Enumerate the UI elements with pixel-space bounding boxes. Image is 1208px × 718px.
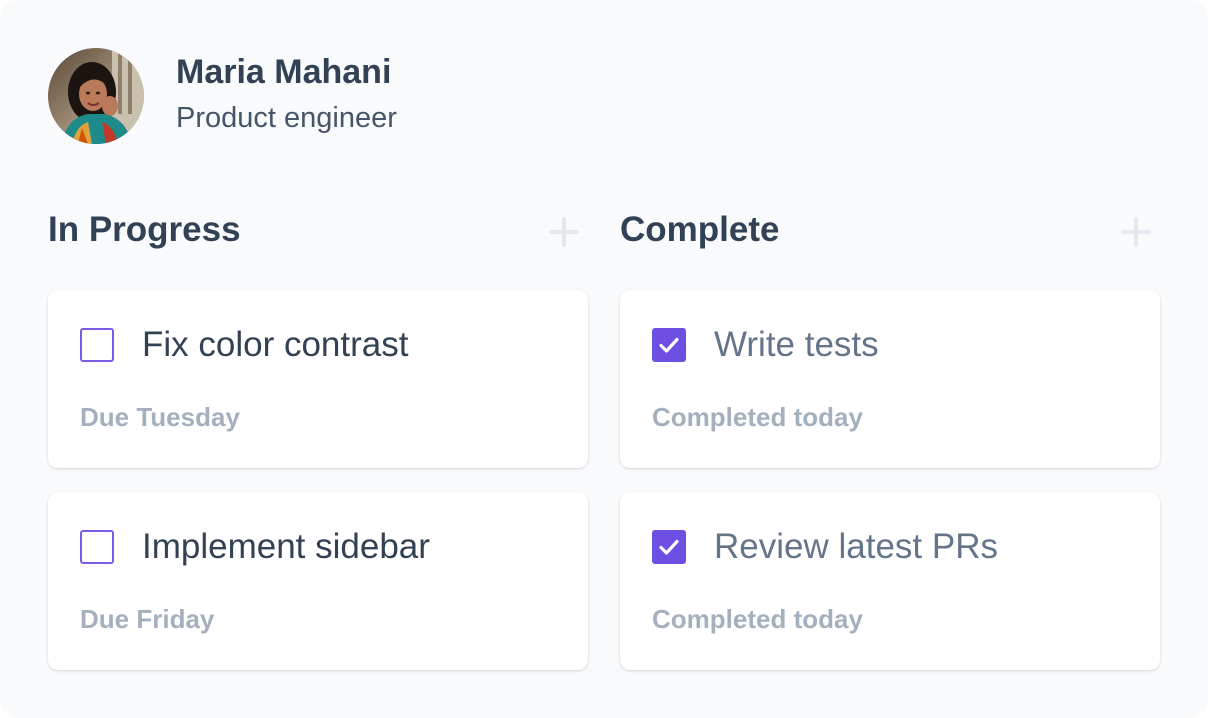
column-in-progress: In Progress Fix color contrast Due Tuesd… [48, 200, 588, 670]
task-title: Write tests [714, 325, 879, 364]
task-completed-date: Completed today [652, 604, 863, 634]
task-title: Fix color contrast [142, 325, 409, 364]
task-board: Maria Mahani Product engineer In Progres… [0, 0, 1208, 718]
checkmark-icon [659, 337, 679, 353]
user-profile: Maria Mahani Product engineer [48, 48, 397, 144]
task-checkbox[interactable] [80, 530, 114, 564]
plus-icon [549, 217, 579, 247]
task-checkbox[interactable] [652, 530, 686, 564]
task-row: Write tests [652, 324, 879, 366]
avatar [48, 48, 144, 144]
column-header: Complete [620, 200, 1160, 260]
task-due-date: Due Tuesday [80, 402, 240, 432]
column-title: Complete [620, 210, 780, 249]
task-row: Fix color contrast [80, 324, 408, 366]
task-completed-date: Completed today [652, 402, 863, 432]
profile-text: Maria Mahani Product engineer [176, 53, 397, 138]
user-name: Maria Mahani [176, 53, 392, 91]
column-title: In Progress [48, 210, 241, 249]
task-title: Review latest PRs [714, 527, 998, 566]
column-header: In Progress [48, 200, 588, 260]
add-task-button[interactable] [1116, 212, 1156, 252]
task-due-date: Due Friday [80, 604, 215, 634]
add-task-button[interactable] [544, 212, 584, 252]
task-card[interactable]: Implement sidebar Due Friday [48, 492, 588, 670]
plus-icon [1121, 217, 1151, 247]
task-row: Implement sidebar [80, 526, 430, 568]
task-row: Review latest PRs [652, 526, 998, 568]
checkmark-icon [659, 539, 679, 555]
column-complete: Complete Write tests Completed today Rev… [620, 200, 1160, 670]
user-role: Product engineer [176, 102, 397, 134]
task-checkbox[interactable] [80, 328, 114, 362]
task-title: Implement sidebar [142, 527, 430, 566]
task-card[interactable]: Write tests Completed today [620, 290, 1160, 468]
task-card[interactable]: Fix color contrast Due Tuesday [48, 290, 588, 468]
task-checkbox[interactable] [652, 328, 686, 362]
task-card[interactable]: Review latest PRs Completed today [620, 492, 1160, 670]
